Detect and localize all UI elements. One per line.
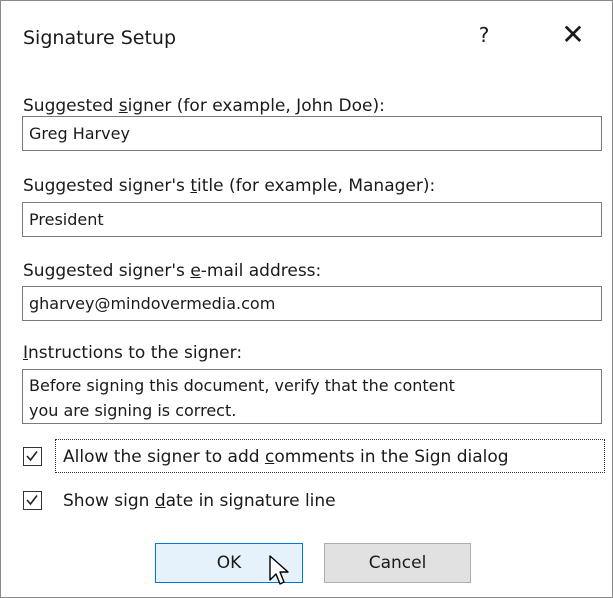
show-date-label[interactable]: Show sign date in signature line (63, 491, 336, 511)
show-date-checkbox[interactable] (23, 491, 42, 510)
signer-email-input[interactable]: gharvey@mindovermedia.com (22, 286, 602, 321)
signer-title-label: Suggested signer's title (for example, M… (23, 176, 436, 196)
instructions-textarea[interactable]: Before signing this document, verify tha… (22, 369, 602, 424)
dialog-title: Signature Setup (23, 27, 177, 49)
checkmark-icon (26, 451, 38, 462)
mouse-pointer-icon (269, 555, 289, 585)
cancel-button[interactable]: Cancel (324, 543, 471, 583)
close-icon: ✕ (561, 18, 585, 51)
signature-setup-dialog: Signature Setup ? ✕ Suggested signer (fo… (0, 0, 613, 598)
signer-input[interactable]: Greg Harvey (22, 116, 602, 151)
allow-comments-label[interactable]: Allow the signer to add comments in the … (63, 447, 509, 467)
signer-email-label: Suggested signer's e-mail address: (23, 261, 322, 281)
help-button[interactable]: ? (471, 23, 497, 47)
allow-comments-checkbox[interactable] (23, 447, 42, 466)
checkmark-icon (26, 495, 38, 506)
signer-label: Suggested signer (for example, John Doe)… (23, 96, 385, 116)
signer-title-input[interactable]: President (22, 202, 602, 237)
instructions-label: Instructions to the signer: (23, 343, 243, 363)
close-button[interactable]: ✕ (559, 21, 587, 51)
